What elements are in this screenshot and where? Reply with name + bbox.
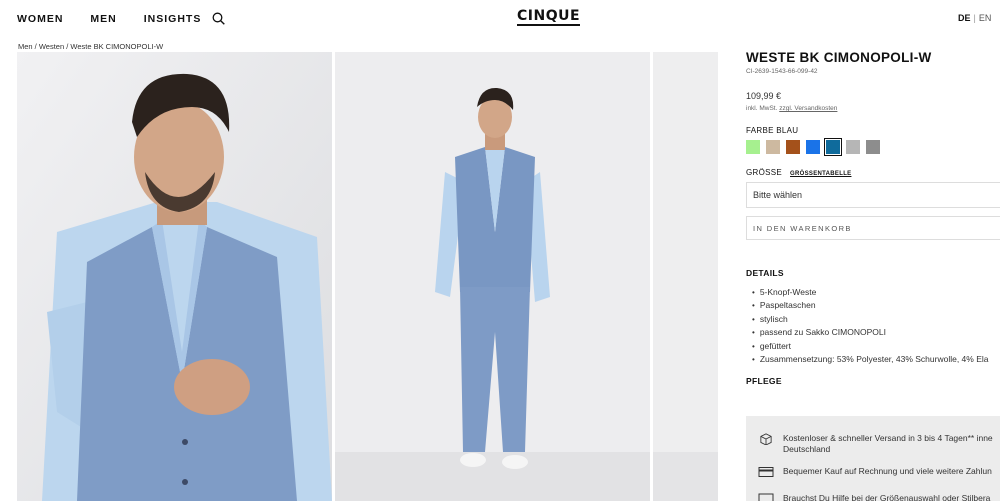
- chat-icon: [758, 493, 774, 501]
- color-swatch[interactable]: [866, 140, 880, 154]
- site-header: WOMEN MEN INSIGHTS CINQUE DE | EN: [0, 0, 1000, 38]
- color-swatch[interactable]: [746, 140, 760, 154]
- card-icon: [758, 467, 774, 477]
- main-nav: WOMEN MEN INSIGHTS: [17, 13, 228, 25]
- size-table-link[interactable]: GRÖSSENTABELLE: [790, 171, 851, 177]
- search-icon[interactable]: [212, 12, 225, 25]
- language-separator: |: [973, 13, 976, 23]
- add-to-cart-button[interactable]: IN DEN WARENKORB: [746, 216, 1000, 240]
- nav-item-women[interactable]: WOMEN: [17, 13, 63, 25]
- breadcrumb[interactable]: Men / Westen / Weste BK CIMONOPOLI-W: [18, 42, 163, 51]
- brand-logo[interactable]: CINQUE: [517, 9, 581, 26]
- product-image-partial[interactable]: [653, 52, 718, 501]
- details-item: passend zu Sakko CIMONOPOLI: [752, 326, 1000, 339]
- details-list: 5-Knopf-Weste Paspeltaschen stylisch pas…: [746, 286, 1000, 366]
- color-swatches: [746, 138, 1000, 156]
- shipping-cost-link[interactable]: zzgl. Versandkosten: [779, 105, 837, 112]
- care-heading[interactable]: PFLEGE: [746, 376, 1000, 386]
- color-swatch[interactable]: [824, 138, 842, 156]
- details-item: stylisch: [752, 313, 1000, 326]
- color-swatch[interactable]: [786, 140, 800, 154]
- details-heading[interactable]: DETAILS: [746, 268, 1000, 278]
- language-de[interactable]: DE: [958, 13, 971, 23]
- product-image-fullbody[interactable]: [335, 52, 650, 501]
- box-icon: [760, 433, 772, 445]
- size-row: GRÖSSE GRÖSSENTABELLE: [746, 168, 1000, 177]
- product-title: WESTE BK CIMONOPOLI-W: [746, 50, 932, 65]
- details-item: gefüttert: [752, 340, 1000, 353]
- nav-item-insights[interactable]: INSIGHTS: [144, 13, 202, 25]
- shipping-line-2: Deutschland: [783, 444, 831, 454]
- help-info-text: Brauchst Du Hilfe bei der Größenauswahl …: [783, 493, 991, 501]
- tax-text: inkl. MwSt.: [746, 105, 780, 112]
- color-swatch[interactable]: [846, 140, 860, 154]
- product-image-closeup[interactable]: [17, 52, 332, 501]
- color-swatch[interactable]: [766, 140, 780, 154]
- language-en[interactable]: EN: [979, 13, 992, 23]
- language-switcher: DE | EN: [958, 13, 991, 23]
- details-item: 5-Knopf-Weste: [752, 286, 1000, 299]
- size-select[interactable]: Bitte wählen: [746, 182, 1000, 208]
- color-swatch[interactable]: [806, 140, 820, 154]
- color-label: FARBE BLAU: [746, 126, 799, 135]
- service-info-box: Kostenloser & schneller Versand in 3 bis…: [746, 416, 1000, 501]
- product-sku: CI-2639-1543-66-099-42: [746, 68, 818, 75]
- product-panel: WESTE BK CIMONOPOLI-W CI-2639-1543-66-09…: [746, 50, 1000, 386]
- size-label: GRÖSSE: [746, 168, 783, 177]
- shipping-info-text: Kostenloser & schneller Versand in 3 bis…: [783, 433, 993, 455]
- details-item: Paspeltaschen: [752, 299, 1000, 312]
- nav-item-men[interactable]: MEN: [90, 13, 116, 25]
- invoice-info-text: Bequemer Kauf auf Rechnung und viele wei…: [783, 466, 992, 476]
- product-price: 109,99 €: [746, 91, 782, 101]
- details-item: Zusammensetzung: 53% Polyester, 43% Schu…: [752, 353, 1000, 366]
- tax-info: inkl. MwSt. zzgl. Versandkosten: [746, 105, 1000, 112]
- shipping-line-1: Kostenloser & schneller Versand in 3 bis…: [783, 433, 993, 443]
